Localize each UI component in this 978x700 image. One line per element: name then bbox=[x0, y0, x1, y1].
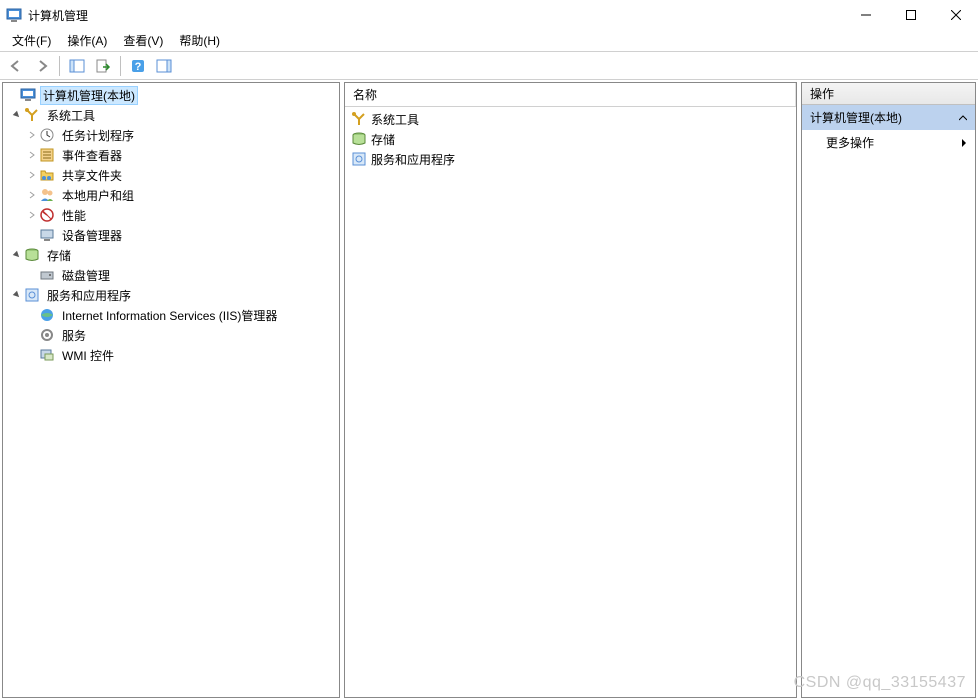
tree-label: 计算机管理(本地) bbox=[40, 86, 138, 105]
clock-icon bbox=[39, 127, 55, 143]
computer-icon bbox=[20, 87, 36, 103]
actions-pane: 操作 计算机管理(本地) 更多操作 bbox=[801, 82, 976, 698]
actions-group-label: 计算机管理(本地) bbox=[810, 109, 902, 126]
tree-pane[interactable]: 计算机管理(本地) 系统工具 任务计划程序 事件查看器 bbox=[2, 82, 340, 698]
services-apps-icon bbox=[24, 287, 40, 303]
tree-shared-folders[interactable]: 共享文件夹 bbox=[5, 165, 337, 185]
toolbar-separator bbox=[120, 56, 121, 76]
event-log-icon bbox=[39, 147, 55, 163]
tree-wmi-control[interactable]: WMI 控件 bbox=[5, 345, 337, 365]
forward-button[interactable] bbox=[30, 54, 54, 78]
chevron-right-icon bbox=[961, 138, 967, 148]
actions-header: 操作 bbox=[802, 83, 975, 105]
tree-label: Internet Information Services (IIS)管理器 bbox=[59, 306, 280, 325]
users-icon bbox=[39, 187, 55, 203]
collapse-arrow-icon[interactable] bbox=[959, 114, 967, 122]
show-hide-tree-button[interactable] bbox=[65, 54, 89, 78]
list-item-label: 存储 bbox=[371, 131, 395, 148]
list-item-storage[interactable]: 存储 bbox=[347, 129, 794, 149]
tree-label: 服务和应用程序 bbox=[44, 286, 134, 305]
expand-arrow-icon[interactable] bbox=[24, 190, 39, 200]
list-header: 名称 bbox=[345, 83, 796, 107]
tree-storage[interactable]: 存储 bbox=[5, 245, 337, 265]
tree-label: 服务 bbox=[59, 326, 89, 345]
menu-action[interactable]: 操作(A) bbox=[59, 30, 115, 51]
window-title: 计算机管理 bbox=[28, 7, 843, 24]
list-item-services-apps[interactable]: 服务和应用程序 bbox=[347, 149, 794, 169]
tree-label: WMI 控件 bbox=[59, 346, 117, 365]
tree-performance[interactable]: 性能 bbox=[5, 205, 337, 225]
back-button[interactable] bbox=[4, 54, 28, 78]
close-button[interactable] bbox=[933, 0, 978, 30]
expand-arrow-icon[interactable] bbox=[24, 130, 39, 140]
tree-label: 性能 bbox=[59, 206, 89, 225]
menu-view[interactable]: 查看(V) bbox=[115, 30, 171, 51]
tree-label: 任务计划程序 bbox=[59, 126, 137, 145]
storage-icon bbox=[24, 247, 40, 263]
tree-label: 系统工具 bbox=[44, 106, 98, 125]
actions-more[interactable]: 更多操作 bbox=[802, 130, 975, 155]
show-action-pane-button[interactable] bbox=[152, 54, 176, 78]
menu-help[interactable]: 帮助(H) bbox=[171, 30, 228, 51]
minimize-button[interactable] bbox=[843, 0, 888, 30]
list-item-label: 系统工具 bbox=[371, 111, 419, 128]
toolbar-separator bbox=[59, 56, 60, 76]
tree-disk-management[interactable]: 磁盘管理 bbox=[5, 265, 337, 285]
menu-file[interactable]: 文件(F) bbox=[4, 30, 59, 51]
tree-system-tools[interactable]: 系统工具 bbox=[5, 105, 337, 125]
expand-arrow-icon[interactable] bbox=[24, 210, 39, 220]
tree-services-apps[interactable]: 服务和应用程序 bbox=[5, 285, 337, 305]
storage-icon bbox=[351, 131, 367, 147]
toolbar: ? bbox=[0, 52, 978, 80]
tree-event-viewer[interactable]: 事件查看器 bbox=[5, 145, 337, 165]
list-item-label: 服务和应用程序 bbox=[371, 151, 455, 168]
device-icon bbox=[39, 227, 55, 243]
tools-icon bbox=[351, 111, 367, 127]
svg-text:?: ? bbox=[135, 61, 142, 73]
help-button[interactable]: ? bbox=[126, 54, 150, 78]
tree-root[interactable]: 计算机管理(本地) bbox=[5, 85, 337, 105]
tools-icon bbox=[24, 107, 40, 123]
column-name[interactable]: 名称 bbox=[345, 83, 796, 106]
iis-icon bbox=[39, 307, 55, 323]
tree-label: 事件查看器 bbox=[59, 146, 125, 165]
services-apps-icon bbox=[351, 151, 367, 167]
tree-iis-manager[interactable]: Internet Information Services (IIS)管理器 bbox=[5, 305, 337, 325]
performance-icon bbox=[39, 207, 55, 223]
export-list-button[interactable] bbox=[91, 54, 115, 78]
actions-item-label: 更多操作 bbox=[826, 134, 874, 151]
tree-local-users[interactable]: 本地用户和组 bbox=[5, 185, 337, 205]
tree-label: 共享文件夹 bbox=[59, 166, 125, 185]
expand-arrow-icon[interactable] bbox=[24, 170, 39, 180]
tree-services[interactable]: 服务 bbox=[5, 325, 337, 345]
tree-device-manager[interactable]: 设备管理器 bbox=[5, 225, 337, 245]
main-area: 计算机管理(本地) 系统工具 任务计划程序 事件查看器 bbox=[0, 80, 978, 700]
list-pane[interactable]: 名称 系统工具 存储 服务和应用程序 bbox=[344, 82, 797, 698]
collapse-arrow-icon[interactable] bbox=[9, 290, 24, 300]
maximize-button[interactable] bbox=[888, 0, 933, 30]
collapse-arrow-icon[interactable] bbox=[9, 250, 24, 260]
tree-label: 存储 bbox=[44, 246, 74, 265]
app-icon bbox=[6, 7, 22, 23]
wmi-icon bbox=[39, 347, 55, 363]
expand-arrow-icon[interactable] bbox=[24, 150, 39, 160]
tree-task-scheduler[interactable]: 任务计划程序 bbox=[5, 125, 337, 145]
tree-label: 本地用户和组 bbox=[59, 186, 137, 205]
tree-label: 磁盘管理 bbox=[59, 266, 113, 285]
gear-icon bbox=[39, 327, 55, 343]
shared-folder-icon bbox=[39, 167, 55, 183]
list-item-system-tools[interactable]: 系统工具 bbox=[347, 109, 794, 129]
menubar: 文件(F) 操作(A) 查看(V) 帮助(H) bbox=[0, 30, 978, 52]
collapse-arrow-icon[interactable] bbox=[9, 110, 24, 120]
disk-icon bbox=[39, 267, 55, 283]
titlebar: 计算机管理 bbox=[0, 0, 978, 30]
tree-label: 设备管理器 bbox=[59, 226, 125, 245]
actions-group-header[interactable]: 计算机管理(本地) bbox=[802, 105, 975, 130]
